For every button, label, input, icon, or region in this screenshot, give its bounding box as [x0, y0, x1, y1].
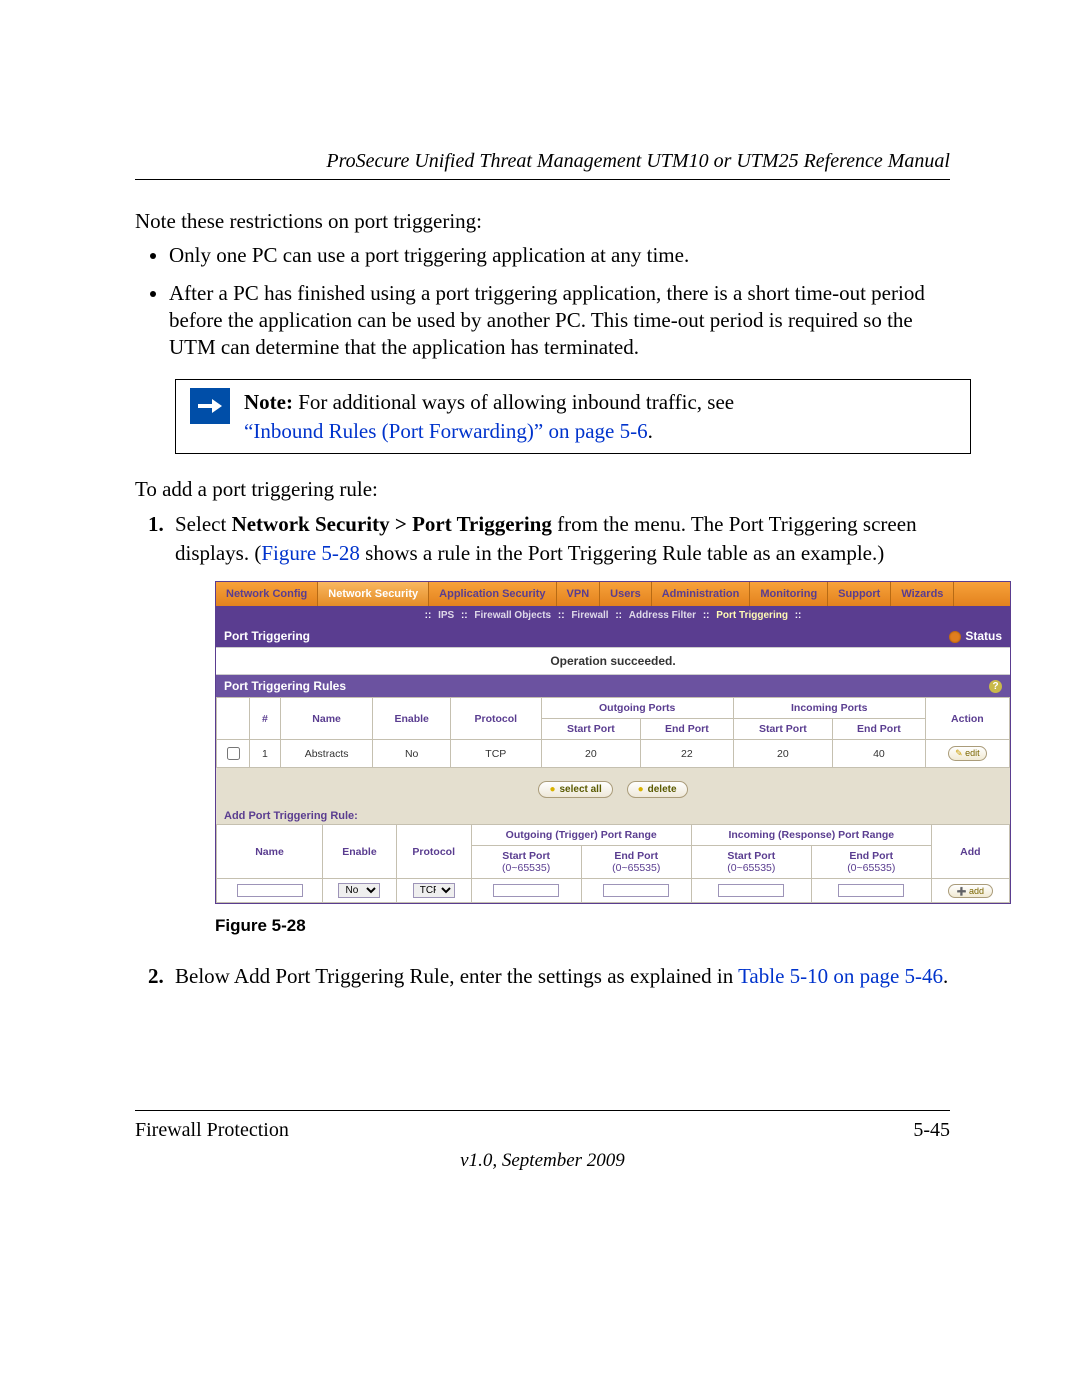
tab-network-config[interactable]: Network Config [216, 582, 318, 606]
sub-tabs: :: IPS :: Firewall Objects :: Firewall :… [216, 606, 1010, 625]
table-row: 1 Abstracts No TCP 20 22 20 40 edit [217, 740, 1010, 768]
add-name-input[interactable] [237, 884, 303, 897]
note-link[interactable]: “Inbound Rules (Port Forwarding)” on pag… [244, 419, 648, 443]
addcol-out-end: End Port(0~65535) [581, 846, 691, 879]
add-out-start-input[interactable] [493, 884, 559, 897]
addcol-out-start: Start Port(0~65535) [471, 846, 581, 879]
cell-out-end: 22 [641, 740, 734, 768]
add-enable-select[interactable]: No [338, 883, 380, 898]
step2-pre: Below Add Port Triggering Rule, enter th… [175, 964, 738, 988]
step-2: Below Add Port Triggering Rule, enter th… [169, 962, 950, 990]
note-suffix: . [648, 419, 653, 443]
running-header: ProSecure Unified Threat Management UTM1… [135, 150, 950, 180]
operation-message: Operation succeeded. [216, 647, 1010, 675]
table-buttons: select all delete [216, 768, 1010, 804]
add-row: No TCP add [217, 879, 1010, 903]
addcol-enable: Enable [323, 825, 397, 879]
cell-in-end: 40 [833, 740, 926, 768]
lead-paragraph: Note these restrictions on port triggeri… [135, 208, 950, 234]
add-out-end-input[interactable] [603, 884, 669, 897]
rules-header-bar: Port Triggering Rules ? [216, 675, 1010, 697]
rules-header-text: Port Triggering Rules [224, 679, 346, 693]
cell-name: Abstracts [280, 740, 373, 768]
page-footer: Firewall Protection 5-45 [135, 1110, 950, 1142]
tab-monitoring[interactable]: Monitoring [750, 582, 828, 606]
note-body: For additional ways of allowing inbound … [293, 390, 734, 414]
footer-right: 5-45 [913, 1119, 950, 1142]
section-title-bar: Port Triggering Status [216, 625, 1010, 647]
col-name: Name [280, 698, 373, 740]
addcol-name: Name [217, 825, 323, 879]
bullet-item: After a PC has finished using a port tri… [169, 280, 950, 362]
cell-enable: No [373, 740, 450, 768]
subtab-firewall[interactable]: Firewall [567, 610, 612, 621]
step1-bold: Network Security > Port Triggering [232, 512, 552, 536]
addcol-in-range: Incoming (Response) Port Range [691, 825, 931, 846]
subtab-ips[interactable]: IPS [434, 610, 458, 621]
tab-application-security[interactable]: Application Security [429, 582, 556, 606]
tab-support[interactable]: Support [828, 582, 891, 606]
cell-protocol: TCP [450, 740, 541, 768]
addcol-out-range: Outgoing (Trigger) Port Range [471, 825, 691, 846]
col-protocol: Protocol [450, 698, 541, 740]
col-out-start: Start Port [541, 719, 640, 740]
addcol-add: Add [931, 825, 1009, 879]
figure-screenshot: Network Config Network Security Applicat… [215, 581, 1011, 904]
col-action: Action [925, 698, 1009, 740]
help-icon[interactable]: ? [989, 680, 1002, 693]
addcol-in-start: Start Port(0~65535) [691, 846, 811, 879]
note-prefix: Note: [244, 390, 293, 414]
row-checkbox[interactable] [227, 747, 240, 760]
globe-icon [949, 631, 961, 643]
add-in-end-input[interactable] [838, 884, 904, 897]
delete-button[interactable]: delete [627, 781, 688, 798]
tab-wizards[interactable]: Wizards [891, 582, 954, 606]
rules-table: # Name Enable Protocol Outgoing Ports In… [216, 697, 1010, 768]
addcol-in-end: End Port(0~65535) [811, 846, 931, 879]
subtab-firewall-objects[interactable]: Firewall Objects [470, 610, 555, 621]
subtab-port-triggering[interactable]: Port Triggering [712, 610, 792, 621]
add-rule-header: Add Port Triggering Rule: [216, 804, 1010, 824]
note-callout: Note: For additional ways of allowing in… [175, 379, 971, 454]
tab-network-security[interactable]: Network Security [318, 582, 429, 606]
col-outgoing: Outgoing Ports [541, 698, 733, 719]
col-in-end: End Port [833, 719, 926, 740]
cell-in-start: 20 [733, 740, 832, 768]
col-enable: Enable [373, 698, 450, 740]
restrictions-list: Only one PC can use a port triggering ap… [169, 242, 950, 361]
cell-out-start: 20 [541, 740, 640, 768]
step1-post: shows a rule in the Port Triggering Rule… [360, 541, 884, 565]
add-rule-table: Name Enable Protocol Outgoing (Trigger) … [216, 824, 1010, 903]
col-out-end: End Port [641, 719, 734, 740]
addcol-protocol: Protocol [396, 825, 471, 879]
col-incoming: Incoming Ports [733, 698, 925, 719]
tab-users[interactable]: Users [600, 582, 652, 606]
add-protocol-select[interactable]: TCP [413, 883, 455, 898]
footer-version: v1.0, September 2009 [135, 1150, 950, 1172]
figure-caption: Figure 5-28 [215, 916, 950, 936]
add-intro: To add a port triggering rule: [135, 476, 950, 502]
add-button[interactable]: add [948, 884, 993, 898]
step1-link[interactable]: Figure 5-28 [261, 541, 360, 565]
tab-administration[interactable]: Administration [652, 582, 751, 606]
col-idx: # [250, 698, 281, 740]
tab-vpn[interactable]: VPN [557, 582, 601, 606]
status-link[interactable]: Status [949, 629, 1002, 643]
main-tabs: Network Config Network Security Applicat… [216, 582, 1010, 606]
step-1: Select Network Security > Port Triggerin… [169, 510, 950, 936]
cell-idx: 1 [250, 740, 281, 768]
edit-button[interactable]: edit [948, 746, 987, 761]
step1-pre: Select [175, 512, 232, 536]
footer-left: Firewall Protection [135, 1119, 289, 1142]
step2-link[interactable]: Table 5-10 on page 5-46 [738, 964, 943, 988]
section-title: Port Triggering [224, 629, 310, 643]
subtab-address-filter[interactable]: Address Filter [625, 610, 700, 621]
col-in-start: Start Port [733, 719, 832, 740]
select-all-button[interactable]: select all [538, 781, 612, 798]
arrow-icon [190, 388, 230, 424]
add-in-start-input[interactable] [718, 884, 784, 897]
bullet-item: Only one PC can use a port triggering ap… [169, 242, 950, 269]
step2-post: . [943, 964, 948, 988]
